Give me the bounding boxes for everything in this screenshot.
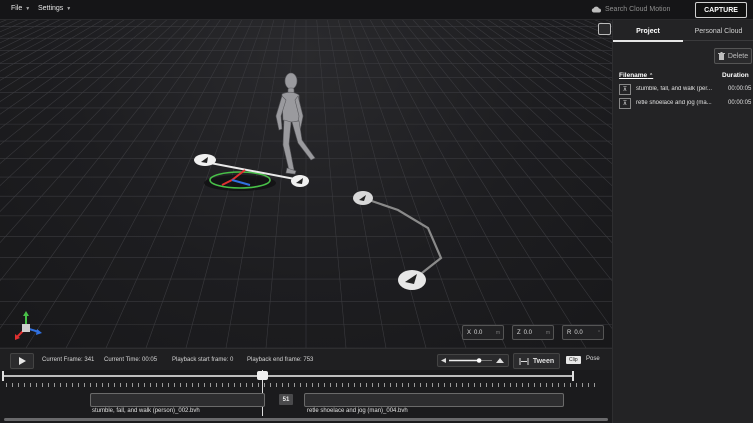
timeline[interactable]: 51 stumble, fall, and walk (person)_002.… <box>0 370 612 423</box>
z-unit: m <box>545 329 550 336</box>
settings-menu-label: Settings <box>38 5 64 12</box>
current-frame-label: Current Frame: <box>42 357 83 363</box>
search-placeholder: Search Cloud Motion <box>605 6 671 13</box>
gizmo-handle-left <box>194 154 216 166</box>
current-time-info: Current Time: 00:05 <box>104 357 157 363</box>
clip-mode-toggle[interactable]: Clip <box>566 356 581 364</box>
file-menu-label: File <box>11 5 23 12</box>
current-frame-value: 341 <box>84 357 95 363</box>
trash-icon <box>717 52 725 60</box>
clip-1-label: stumble, fall, and walk (person)_002.bvh <box>92 408 200 414</box>
motion-file-icon: ⊼ <box>619 83 631 95</box>
tween-icon <box>519 357 529 365</box>
delete-label: Delete <box>727 52 749 60</box>
tween-button[interactable]: Tween <box>513 353 560 369</box>
project-panel: Project Personal Cloud Delete Filename ⌃… <box>598 20 753 423</box>
timeline-ruler <box>2 371 595 387</box>
x-unit: m <box>495 329 500 336</box>
current-time-value: 00:05 <box>142 357 158 363</box>
panel-toggle-icon[interactable] <box>598 23 611 35</box>
playback-start-label: Playback start frame: <box>172 357 229 363</box>
x-value: 0.0 <box>474 329 483 336</box>
path-marker-start <box>353 191 373 205</box>
top-menu-bar: File ▼ Settings ▼ Search Cloud Motion CA… <box>0 0 753 20</box>
sort-icon: ⌃ <box>649 73 654 79</box>
z-position-field[interactable]: Z 0.0 m <box>512 325 554 340</box>
current-time-label: Current Time: <box>104 357 141 363</box>
file-name: stumble, fall, and walk (per... <box>636 86 713 92</box>
chevron-down-icon: ▼ <box>66 5 72 12</box>
x-position-field[interactable]: X 0.0 m <box>462 325 504 340</box>
clip-2-label: retle shoelace and jog (man)_004.bvh <box>307 408 408 414</box>
current-frame-info: Current Frame: 341 <box>42 357 94 363</box>
file-menu[interactable]: File ▼ <box>11 5 30 12</box>
3d-viewport[interactable]: X 0.0 m Z 0.0 m R 0.0 ° <box>0 20 612 348</box>
playback-end-info: Playback end frame: 753 <box>247 357 313 363</box>
playback-end-label: Playback end frame: <box>247 357 302 363</box>
duration-column-header: Duration <box>722 72 749 79</box>
playhead-handle[interactable] <box>257 371 268 380</box>
play-button[interactable] <box>10 353 34 369</box>
r-value: 0.0 <box>574 329 583 336</box>
timeline-clip-1[interactable] <box>90 393 265 407</box>
filename-header-label: Filename <box>619 72 648 79</box>
playback-control-bar: Current Frame: 341 Current Time: 00:05 P… <box>0 348 612 371</box>
capture-button[interactable]: CAPTURE <box>695 2 747 18</box>
tab-personal-cloud[interactable]: Personal Cloud <box>683 22 753 41</box>
z-axis-label: Z <box>517 329 521 336</box>
filename-column-header[interactable]: Filename ⌃ <box>619 72 653 79</box>
cloud-icon <box>591 6 601 13</box>
z-value: 0.0 <box>523 329 533 336</box>
playback-end-value: 753 <box>303 357 314 363</box>
scene-overlay <box>194 72 443 290</box>
file-duration: 00:00:05 <box>728 86 752 92</box>
chevron-down-icon: ▼ <box>25 5 31 12</box>
rotation-field[interactable]: R 0.0 ° <box>562 325 604 340</box>
character-mannequin <box>275 72 316 175</box>
timeline-scrollbar[interactable] <box>4 418 608 421</box>
tween-label: Tween <box>532 357 555 365</box>
playback-speed-slider[interactable] <box>437 354 509 367</box>
timeline-clip-2[interactable] <box>304 393 564 407</box>
pose-mode-toggle[interactable]: Pose <box>586 356 600 362</box>
settings-menu[interactable]: Settings ▼ <box>38 5 71 12</box>
file-duration: 00:00:05 <box>728 100 752 106</box>
motion-path <box>362 196 443 281</box>
speed-down-icon <box>441 358 446 363</box>
x-axis-label: X <box>467 329 472 336</box>
r-unit: ° <box>598 329 600 336</box>
delete-button[interactable]: Delete <box>714 48 752 64</box>
r-axis-label: R <box>567 329 572 336</box>
file-name: retle shoelace and jog (ma... <box>636 100 712 106</box>
list-item[interactable]: ⊼ stumble, fall, and walk (per... 00:00:… <box>613 82 753 96</box>
motion-file-icon: ⊼ <box>619 97 631 109</box>
search-cloud-input[interactable]: Search Cloud Motion <box>591 3 687 16</box>
tab-project[interactable]: Project <box>613 22 683 42</box>
gizmo-handle-right <box>291 175 309 187</box>
playback-start-info: Playback start frame: 0 <box>172 357 233 363</box>
list-item[interactable]: ⊼ retle shoelace and jog (ma... 00:00:05 <box>613 96 753 110</box>
path-marker-end <box>398 270 426 290</box>
frame-gap-badge: 51 <box>279 394 293 405</box>
play-icon <box>18 357 26 365</box>
playback-start-value: 0 <box>230 357 234 363</box>
speed-up-icon <box>496 358 504 363</box>
axis-orientation-icon <box>15 311 42 340</box>
